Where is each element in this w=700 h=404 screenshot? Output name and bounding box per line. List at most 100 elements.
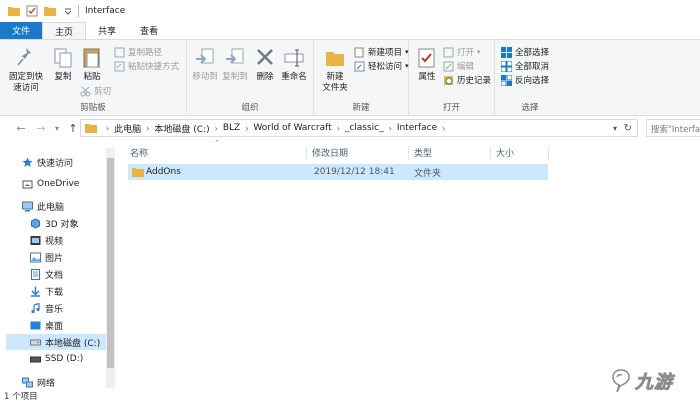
new-group-label: 新建 bbox=[352, 103, 370, 113]
crumb-separator-icon[interactable]: › bbox=[389, 124, 392, 133]
column-header-size[interactable]: 大小 bbox=[496, 146, 514, 159]
paste-shortcut-button[interactable]: 粘贴快捷方式 bbox=[114, 60, 179, 72]
up-arrow-icon[interactable]: ↑ bbox=[66, 122, 80, 135]
back-arrow-icon[interactable]: ← bbox=[14, 122, 28, 135]
folder-icon bbox=[132, 167, 144, 177]
delete-button[interactable]: 删除 bbox=[253, 46, 277, 83]
nav-item-videos[interactable]: 视频 bbox=[30, 232, 63, 248]
folder-icon[interactable] bbox=[8, 5, 20, 17]
window-title: Interface bbox=[85, 6, 126, 16]
tab-view[interactable]: 查看 bbox=[128, 22, 170, 39]
crumb-separator-icon[interactable]: › bbox=[337, 124, 340, 133]
crumb-separator-icon[interactable]: › bbox=[245, 124, 248, 133]
open-button[interactable]: 打开 ▾ bbox=[443, 46, 481, 58]
delete-label: 删除 bbox=[256, 72, 274, 82]
nav-item-this-pc[interactable]: 此电脑 bbox=[22, 198, 64, 214]
history-icon bbox=[444, 75, 453, 85]
item-count: 1 个项目 bbox=[4, 392, 38, 402]
address-dropdown-icon[interactable]: ▾ bbox=[613, 124, 617, 133]
delete-x-icon bbox=[257, 49, 273, 65]
breadcrumb-classic[interactable]: _classic_ bbox=[345, 123, 384, 133]
open-label: 打开 bbox=[457, 48, 475, 58]
nav-item-downloads[interactable]: 下载 bbox=[30, 283, 63, 299]
copy-path-icon bbox=[114, 47, 125, 57]
column-divider[interactable] bbox=[408, 146, 409, 160]
nav-label: 音乐 bbox=[45, 304, 64, 315]
column-header-modified[interactable]: 修改日期 bbox=[312, 146, 348, 159]
nav-item-desktop[interactable]: 桌面 bbox=[30, 317, 63, 333]
crumb-separator-icon[interactable]: › bbox=[215, 124, 218, 133]
organize-group: 移动到 复制到 删除 重命名 组织 bbox=[187, 40, 314, 116]
invert-selection-icon bbox=[501, 74, 512, 86]
select-none-button[interactable]: 全部取消 bbox=[501, 60, 549, 72]
breadcrumb-local-disk[interactable]: 本地磁盘 (C:) bbox=[154, 122, 209, 135]
forward-arrow-icon[interactable]: → bbox=[34, 122, 48, 135]
nav-label: 快速访问 bbox=[37, 158, 74, 169]
rename-button[interactable]: 重命名 bbox=[279, 46, 309, 83]
scissors-icon bbox=[80, 86, 91, 96]
copy-button[interactable]: 复制 bbox=[48, 46, 78, 83]
crumb-separator-icon[interactable]: › bbox=[146, 124, 149, 133]
select-none-icon bbox=[501, 60, 512, 72]
easy-access-button[interactable]: 轻松访问 ▾ bbox=[354, 60, 409, 72]
edit-button[interactable]: 编辑 bbox=[443, 60, 474, 72]
copy-to-button[interactable]: 复制到 bbox=[221, 46, 249, 83]
refresh-icon[interactable]: ↻ bbox=[624, 123, 632, 134]
breadcrumb-blz[interactable]: BLZ bbox=[223, 123, 240, 133]
column-divider[interactable] bbox=[548, 146, 549, 160]
nav-label: 桌面 bbox=[45, 321, 64, 332]
nav-scrollbar[interactable] bbox=[106, 148, 115, 388]
nav-item-music[interactable]: 音乐 bbox=[30, 300, 63, 316]
address-bar[interactable]: › 此电脑 › 本地磁盘 (C:) › BLZ › World of Warcr… bbox=[80, 119, 638, 137]
select-all-label: 全部选择 bbox=[515, 48, 550, 58]
new-item-button[interactable]: 新建项目 ▾ bbox=[354, 46, 409, 58]
star-icon bbox=[22, 157, 33, 167]
column-header-name[interactable]: 名称 bbox=[130, 146, 148, 159]
breadcrumb-wow[interactable]: World of Warcraft bbox=[253, 123, 331, 133]
column-divider[interactable] bbox=[306, 146, 307, 160]
properties-button[interactable]: 属性 bbox=[415, 46, 439, 83]
properties-label: 属性 bbox=[418, 72, 436, 82]
tab-share[interactable]: 共享 bbox=[86, 22, 128, 39]
paste-button[interactable]: 粘贴 bbox=[78, 46, 106, 83]
new-folder-icon bbox=[326, 52, 344, 66]
pin-quick-access-button[interactable]: 固定到快 速访问 bbox=[6, 46, 46, 94]
nav-item-3d-objects[interactable]: 3D 对象 bbox=[30, 215, 79, 231]
nav-item-onedrive[interactable]: OneDrive bbox=[22, 176, 79, 192]
properties-check-icon[interactable] bbox=[26, 5, 38, 17]
search-input[interactable]: 搜索"Interface" bbox=[646, 119, 700, 137]
move-to-button[interactable]: 移动到 bbox=[191, 46, 219, 83]
nav-item-pictures[interactable]: 图片 bbox=[30, 249, 63, 265]
copy-path-button[interactable]: 复制路径 bbox=[114, 46, 162, 58]
easy-access-icon bbox=[354, 61, 365, 71]
tab-home[interactable]: 主页 bbox=[42, 22, 87, 39]
folder-icon bbox=[85, 124, 97, 133]
nav-label: 图片 bbox=[45, 253, 64, 264]
new-folder-button[interactable]: 新建 文件夹 bbox=[320, 46, 350, 94]
sort-arrow-icon: ⌃ bbox=[214, 139, 220, 147]
chevron-down-icon: ▾ bbox=[405, 48, 409, 56]
invert-selection-button[interactable]: 反向选择 bbox=[501, 74, 549, 86]
crumb-separator-icon[interactable]: › bbox=[442, 124, 445, 133]
table-row[interactable]: AddOns 2019/12/12 18:41 文件夹 bbox=[128, 164, 548, 180]
nav-item-ssd[interactable]: SSD (D:) bbox=[30, 351, 83, 367]
column-header-type[interactable]: 类型 bbox=[414, 146, 432, 159]
new-folder-icon[interactable] bbox=[44, 5, 56, 17]
history-button[interactable]: 历史记录 bbox=[443, 74, 491, 86]
title-divider bbox=[78, 5, 79, 17]
scrollbar-thumb[interactable] bbox=[107, 158, 114, 368]
column-divider[interactable] bbox=[490, 146, 491, 160]
customize-dropdown-icon[interactable] bbox=[62, 5, 74, 17]
desktop-icon bbox=[30, 321, 41, 329]
file-modified: 2019/12/12 18:41 bbox=[314, 167, 395, 177]
tab-file[interactable]: 文件 bbox=[0, 22, 43, 39]
cut-button[interactable]: 剪切 bbox=[80, 85, 111, 97]
breadcrumb-this-pc[interactable]: 此电脑 bbox=[114, 122, 141, 135]
recent-locations-icon[interactable]: ▾ bbox=[50, 124, 64, 133]
breadcrumb-interface[interactable]: Interface bbox=[397, 123, 437, 133]
nav-item-documents[interactable]: 文档 bbox=[30, 266, 63, 282]
nav-item-quick-access[interactable]: 快速访问 bbox=[22, 154, 73, 170]
select-all-button[interactable]: 全部选择 bbox=[501, 46, 549, 58]
cut-label: 剪切 bbox=[94, 87, 112, 97]
nav-item-local-disk[interactable]: 本地磁盘 (C:) bbox=[6, 334, 106, 350]
